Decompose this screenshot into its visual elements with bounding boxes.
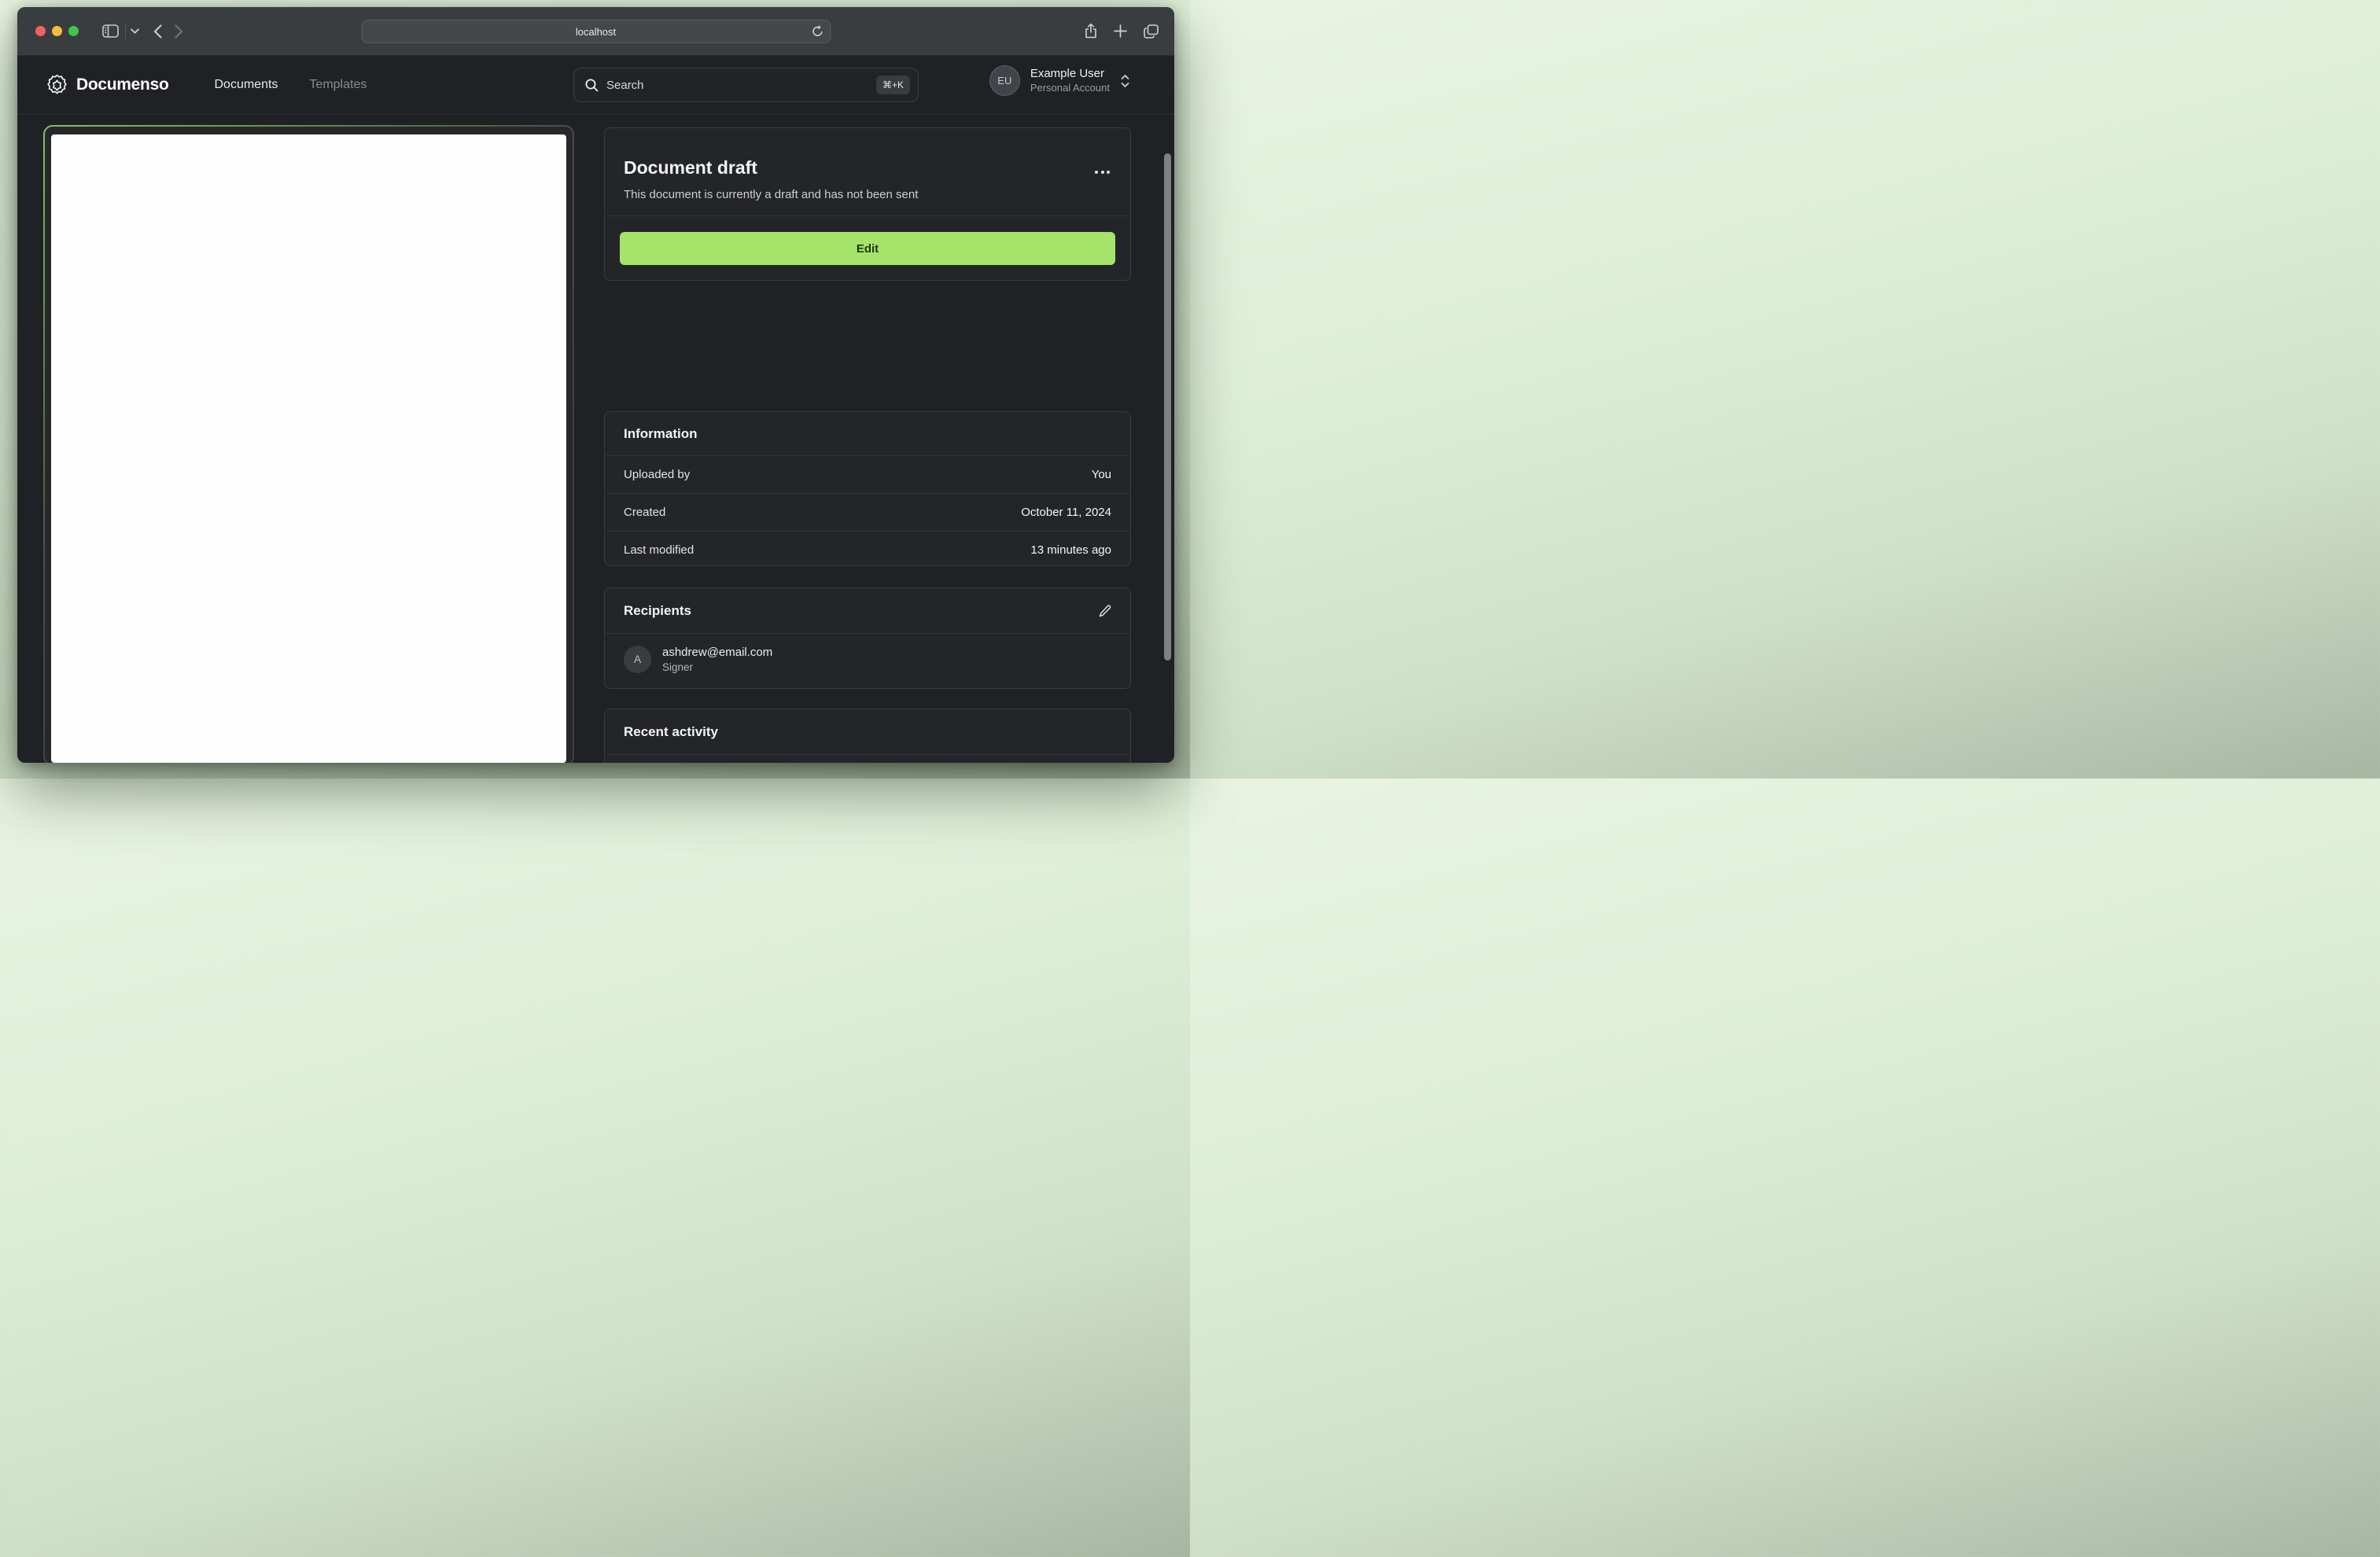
info-label: Created bbox=[624, 506, 666, 519]
main-nav: Documents Templates bbox=[215, 78, 367, 92]
brand-name: Documenso bbox=[76, 75, 169, 94]
scrollbar-thumb[interactable] bbox=[1164, 153, 1171, 661]
user-info: Example User Personal Account bbox=[1030, 66, 1110, 95]
nav-documents[interactable]: Documents bbox=[215, 78, 278, 92]
sidebar-toggle-icon[interactable] bbox=[102, 24, 119, 38]
minimize-window-button[interactable] bbox=[52, 26, 62, 36]
info-label: Uploaded by bbox=[624, 468, 691, 481]
nav-templates[interactable]: Templates bbox=[309, 78, 367, 92]
recipients-card: Recipients A ashdrew@email.com Signer bbox=[604, 587, 1131, 689]
window-controls bbox=[35, 26, 79, 36]
toolbar-divider bbox=[125, 23, 126, 39]
info-value: You bbox=[1091, 468, 1111, 481]
activity-item: You created the document 13 min ago bbox=[605, 755, 1130, 763]
info-label: Last modified bbox=[624, 543, 694, 557]
close-window-button[interactable] bbox=[35, 26, 46, 36]
document-status-subtitle: This document is currently a draft and h… bbox=[624, 188, 919, 201]
document-page: Document draft This document is currentl… bbox=[17, 115, 1174, 763]
recipient-avatar: A bbox=[624, 645, 651, 673]
search-input[interactable] bbox=[606, 78, 876, 92]
document-preview-inner bbox=[45, 127, 573, 763]
new-tab-icon[interactable] bbox=[1114, 24, 1127, 38]
info-row-created: Created October 11, 2024 bbox=[605, 494, 1130, 531]
recipient-role: Signer bbox=[662, 661, 694, 673]
chevrons-up-down-icon bbox=[1121, 74, 1129, 87]
zoom-window-button[interactable] bbox=[68, 26, 79, 36]
brand-logo[interactable]: Documenso bbox=[46, 74, 169, 97]
document-status-card: Document draft This document is currentl… bbox=[604, 127, 1131, 281]
user-avatar: EU bbox=[989, 65, 1020, 96]
search-icon bbox=[585, 79, 599, 91]
card-divider bbox=[605, 215, 1130, 216]
chevron-down-icon[interactable] bbox=[131, 28, 139, 34]
pdf-page bbox=[51, 134, 566, 763]
information-title: Information bbox=[624, 425, 698, 441]
info-value: 13 minutes ago bbox=[1030, 543, 1111, 557]
user-name: Example User bbox=[1030, 66, 1105, 80]
information-card: Information Uploaded by You Created Octo… bbox=[604, 411, 1131, 566]
info-row-uploaded-by: Uploaded by You bbox=[605, 456, 1130, 493]
user-account-type: Personal Account bbox=[1030, 82, 1110, 94]
edit-recipients-icon[interactable] bbox=[1099, 604, 1111, 617]
url-text: localhost bbox=[575, 25, 617, 38]
recipient-email: ashdrew@email.com bbox=[662, 646, 773, 659]
forward-button[interactable] bbox=[175, 24, 183, 39]
document-options-icon[interactable] bbox=[1093, 166, 1111, 179]
info-value: October 11, 2024 bbox=[1021, 506, 1111, 519]
browser-window: localhost Documenso Documents Templates … bbox=[17, 7, 1174, 763]
tab-overview-icon[interactable] bbox=[1144, 24, 1159, 39]
share-icon[interactable] bbox=[1085, 24, 1097, 39]
recipients-title: Recipients bbox=[624, 602, 691, 618]
info-row-last-modified: Last modified 13 minutes ago bbox=[605, 532, 1130, 569]
edit-button[interactable]: Edit bbox=[620, 232, 1115, 265]
browser-titlebar: localhost bbox=[17, 7, 1174, 56]
app-header: Documenso Documents Templates ⌘+K EU Exa… bbox=[17, 56, 1174, 115]
account-menu[interactable]: EU Example User Personal Account bbox=[989, 65, 1130, 96]
documenso-logo-icon bbox=[47, 74, 67, 94]
recent-activity-title: Recent activity bbox=[624, 723, 718, 739]
search-shortcut-badge: ⌘+K bbox=[875, 75, 910, 94]
document-preview-frame bbox=[43, 125, 574, 763]
recipient-info: ashdrew@email.com Signer bbox=[662, 644, 772, 675]
back-button[interactable] bbox=[153, 24, 162, 39]
recipient-row: A ashdrew@email.com Signer bbox=[605, 634, 1130, 675]
document-status-title: Document draft bbox=[624, 157, 757, 178]
recent-activity-card: Recent activity You created the document… bbox=[604, 709, 1131, 763]
search-box[interactable]: ⌘+K bbox=[573, 68, 919, 102]
address-bar[interactable]: localhost bbox=[361, 20, 831, 43]
reload-icon[interactable] bbox=[812, 25, 823, 38]
